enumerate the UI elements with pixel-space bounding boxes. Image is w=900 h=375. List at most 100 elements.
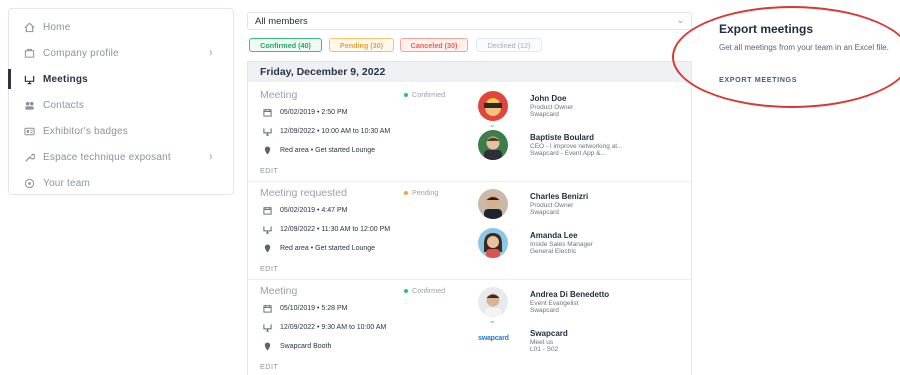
participant-name: Andrea Di Benedetto — [530, 290, 610, 299]
participant-name: Amanda Lee — [530, 231, 578, 240]
participant-company: L01 - S02 — [530, 346, 559, 353]
team-icon — [23, 177, 35, 189]
meetings-icon — [262, 322, 272, 332]
participant-company: Swapcard — [530, 209, 559, 216]
meeting-card: Meeting Confirmed 05/02/2019 • 2:50 PM 1… — [248, 84, 691, 182]
avatar — [478, 287, 508, 317]
sidebar-item-label: Home — [43, 21, 71, 33]
participant-name: Baptiste Boulard — [530, 133, 595, 142]
status-label: Pending — [412, 188, 439, 197]
home-icon — [23, 21, 35, 33]
location-text: Swapcard Booth — [280, 342, 332, 350]
filter-chip-canceled[interactable]: Canceled (30) — [400, 38, 468, 52]
location-row: Red area • Get started Lounge — [262, 145, 375, 155]
meetings-panel: Friday, December 9, 2022 Meeting Confirm… — [247, 61, 692, 375]
participant-role: Meet us — [530, 339, 554, 346]
filter-chip-declined[interactable]: Declined (12) — [476, 38, 542, 52]
company-icon — [23, 47, 35, 59]
participant-role: Inside Sales Manager — [530, 241, 593, 248]
filter-chip-pending[interactable]: Pending (30) — [329, 38, 394, 52]
sidebar-item-meetings[interactable]: Meetings — [8, 66, 233, 92]
calendar-icon — [262, 107, 272, 117]
status-label: Confirmed — [412, 90, 446, 99]
location-text: Red area • Get started Lounge — [280, 146, 376, 154]
calendar-icon — [262, 303, 272, 313]
location-row: Swapcard Booth — [262, 341, 331, 351]
participant-company: General Electric — [530, 248, 577, 255]
avatar — [478, 189, 508, 219]
status-dot — [404, 92, 408, 97]
participant-role: Product Owner — [530, 104, 574, 111]
status-label: Confirmed — [412, 286, 446, 295]
participant-company: Swapcard - Event App &... — [530, 150, 606, 157]
created-row: 05/10/2019 • 5:28 PM — [262, 303, 347, 313]
created-datetime: 05/10/2019 • 5:28 PM — [280, 304, 348, 312]
sidebar-item-exhibitors-badges[interactable]: Exhibitor's badges — [9, 118, 233, 144]
participant-company: Swapcard — [530, 111, 559, 118]
sidebar-item-espace-technique[interactable]: Espace technique exposant › — [9, 144, 233, 170]
edit-button[interactable]: EDIT — [260, 166, 278, 175]
sidebar-item-label: Exhibitor's badges — [43, 125, 129, 137]
status-badge: Confirmed — [404, 90, 445, 99]
status-badge: Pending — [404, 188, 438, 197]
chevron-right-icon: › — [209, 47, 213, 59]
location-pin-icon — [262, 341, 272, 351]
location-pin-icon — [262, 145, 272, 155]
sidebar-item-company-profile[interactable]: Company profile › — [9, 40, 233, 66]
edit-button[interactable]: EDIT — [260, 362, 278, 371]
participant-name: John Doe — [530, 94, 567, 103]
participant-role: CEO - I improve networking at... — [530, 143, 623, 150]
day-header: Friday, December 9, 2022 — [248, 62, 691, 82]
sidebar-item-label: Company profile — [43, 47, 119, 59]
sidebar-item-label: Your team — [43, 177, 91, 189]
created-row: 05/02/2019 • 4:47 PM — [262, 205, 347, 215]
location-row: Red area • Get started Lounge — [262, 243, 375, 253]
slot-row: 12/09/2022 • 9:30 AM to 10:00 AM — [262, 322, 386, 332]
meeting-title: Meeting — [260, 285, 298, 297]
location-pin-icon — [262, 243, 272, 253]
export-meetings-button[interactable]: EXPORT MEETINGS — [719, 75, 797, 84]
meeting-title: Meeting — [260, 89, 298, 101]
export-description: Get all meetings from your team in an Ex… — [719, 43, 889, 52]
calendar-icon — [262, 205, 272, 215]
chevron-down-icon: ⌄ — [676, 15, 684, 25]
participant-role: Event Evangelist — [530, 300, 579, 307]
chevron-right-icon: › — [209, 151, 213, 163]
slot-datetime: 12/09/2022 • 11:30 AM to 12:00 PM — [280, 225, 391, 233]
meeting-card: Meeting Confirmed 05/10/2019 • 5:28 PM 1… — [248, 280, 691, 375]
status-badge: Confirmed — [404, 286, 445, 295]
swapcard-logo: swapcard — [478, 335, 509, 342]
badge-icon — [23, 125, 35, 137]
sidebar-item-your-team[interactable]: Your team — [9, 170, 233, 196]
meetings-icon — [23, 73, 35, 85]
avatar — [478, 91, 508, 121]
slot-datetime: 12/09/2022 • 10:00 AM to 10:30 AM — [280, 127, 391, 135]
filter-chip-confirmed[interactable]: Confirmed (40) — [249, 38, 322, 52]
participant-company: Swapcard — [530, 307, 559, 314]
sidebar-item-contacts[interactable]: Contacts — [9, 92, 233, 118]
meeting-card: Meeting requested Pending 05/02/2019 • 4… — [248, 182, 691, 280]
tools-icon — [23, 151, 35, 163]
created-datetime: 05/02/2019 • 2:50 PM — [280, 108, 348, 116]
member-filter-select[interactable]: All members ⌄ — [247, 12, 692, 30]
slot-row: 12/09/2022 • 10:00 AM to 10:30 AM — [262, 126, 390, 136]
meetings-icon — [262, 224, 272, 234]
export-title: Export meetings — [719, 22, 814, 36]
participant-name: Charles Benizri — [530, 192, 589, 201]
created-row: 05/02/2019 • 2:50 PM — [262, 107, 347, 117]
sidebar-item-label: Meetings — [43, 73, 88, 85]
sidebar-item-home[interactable]: Home — [9, 14, 233, 40]
slot-datetime: 12/09/2022 • 9:30 AM to 10:00 AM — [280, 323, 387, 331]
avatar — [478, 228, 508, 258]
chevron-down-icon: ⌄ — [489, 120, 496, 129]
created-datetime: 05/02/2019 • 4:47 PM — [280, 206, 348, 214]
participant-name: Swapcard — [530, 329, 568, 338]
sidebar-item-label: Contacts — [43, 99, 85, 111]
participant-role: Product Owner — [530, 202, 574, 209]
meetings-icon — [262, 126, 272, 136]
edit-button[interactable]: EDIT — [260, 264, 278, 273]
avatar — [478, 130, 508, 160]
member-filter-value: All members — [255, 16, 308, 27]
chevron-down-icon: ⌄ — [489, 316, 496, 325]
slot-row: 12/09/2022 • 11:30 AM to 12:00 PM — [262, 224, 390, 234]
